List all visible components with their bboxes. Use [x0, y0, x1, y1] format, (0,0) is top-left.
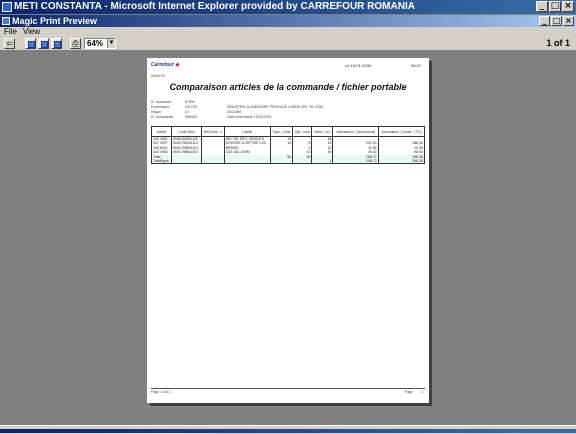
col-header: Type / Colis	[269, 126, 294, 137]
table-header-row: Article Code EAN Ref fourn. 1 Libelle Ty…	[151, 126, 426, 137]
taskbar	[0, 425, 576, 434]
meta-row: N° commande 908405 Date commande 13/01/200…	[151, 115, 421, 120]
toolbar: ⇦ ⎙ 64% ▼ 1 of 1	[0, 37, 576, 51]
single-page-icon[interactable]	[25, 38, 36, 49]
col-header: Ref fourn. 1	[201, 126, 225, 137]
two-page-icon[interactable]	[38, 38, 49, 49]
col-header: Code EAN	[170, 126, 203, 137]
print-time: 09:07	[410, 63, 421, 68]
col-header: Stock / UC	[311, 126, 334, 137]
menu-view[interactable]: View	[23, 27, 40, 37]
ie-app-icon	[2, 2, 12, 12]
table-row: Total/ligne 1 298,72 398,35	[151, 159, 426, 165]
preview-app-icon	[2, 17, 10, 25]
table-cell: 5941798601002	[170, 150, 203, 155]
footer-page-number: 1	[421, 390, 423, 394]
meta-extra: Date commande 13/01/2009	[227, 115, 272, 119]
doc-subtitle: ANNEXE	[151, 74, 166, 78]
col-header: Valorisation / (cout achat)	[332, 126, 379, 137]
print-date: Le 15-01-2009	[345, 63, 372, 68]
col-header: Qté / cmd	[292, 126, 313, 137]
carrefour-mark-icon: ◆	[175, 62, 180, 68]
meta-value: 908405	[185, 115, 197, 119]
table-cell	[292, 159, 313, 165]
table-cell	[269, 159, 294, 165]
articles-table: Article Code EAN Ref fourn. 1 Libelle Ty…	[151, 126, 426, 165]
restore-icon[interactable]: □	[551, 16, 562, 26]
close-icon[interactable]: ×	[562, 1, 574, 12]
meta-key: N° commande	[151, 115, 174, 119]
zoom-select[interactable]: 64% ▼	[84, 38, 116, 49]
zoom-value: 64%	[87, 39, 104, 48]
ie-title-bar[interactable]: METI CONSTANTA - Microsoft Internet Expl…	[0, 0, 576, 14]
table-cell: 398,35	[377, 159, 426, 165]
footer-divider	[151, 388, 425, 389]
footer-page-label: Page	[404, 390, 413, 394]
col-header: Valorisation / (vente, TTC)	[377, 126, 426, 137]
carrefour-logo: Carrefour ◆	[151, 62, 179, 68]
table-cell: 298,72	[332, 159, 379, 165]
table-cell: Total/ligne	[151, 159, 172, 165]
menu-file[interactable]: File	[4, 27, 17, 37]
preview-window-title: Magic Print Preview	[12, 16, 98, 26]
menu-bar: File View	[0, 27, 576, 37]
table-cell: 1	[311, 159, 334, 165]
maximize-icon[interactable]: □	[549, 1, 561, 12]
col-header: Libelle	[223, 126, 271, 137]
print-icon[interactable]: ⎙	[70, 38, 81, 49]
table-cell	[223, 159, 271, 165]
back-arrow-icon[interactable]: ⇦	[4, 38, 15, 49]
ie-window-title: METI CONSTANTA - Microsoft Internet Expl…	[14, 1, 415, 12]
minimize-icon[interactable]: _	[539, 16, 550, 26]
close-icon[interactable]: ×	[563, 16, 574, 26]
minimize-icon[interactable]: _	[536, 1, 548, 12]
doc-title: Comparaison articles de la commande / fi…	[169, 82, 407, 92]
chevron-down-icon[interactable]: ▼	[107, 39, 115, 48]
ie-window-controls: _ □ ×	[536, 1, 574, 12]
table-cell	[201, 159, 225, 165]
doc-meta: N° document 87599 Fournisseur 131726 INDUST…	[151, 100, 421, 120]
col-header: Article	[151, 126, 172, 137]
logo-text: Carrefour	[151, 62, 174, 68]
table-cell	[170, 159, 203, 165]
page-count: 1 of 1	[546, 38, 570, 48]
multi-page-icon[interactable]	[51, 38, 62, 49]
preview-title-bar[interactable]: Magic Print Preview _ □ ×	[0, 15, 576, 27]
preview-window-controls: _ □ ×	[539, 16, 574, 26]
footer-left: Page 1 sur 1	[151, 390, 171, 394]
print-page: Carrefour ◆ Le 15-01-2009 09:07 ANNEXE C…	[147, 58, 429, 403]
